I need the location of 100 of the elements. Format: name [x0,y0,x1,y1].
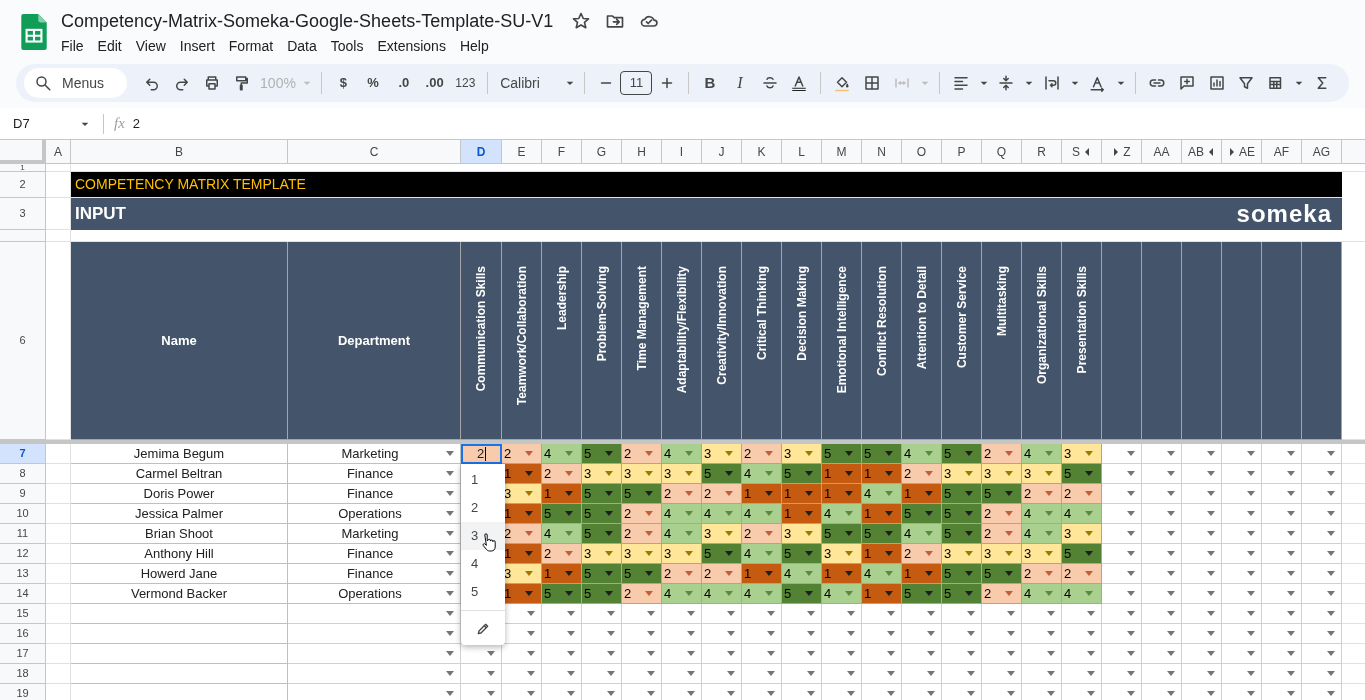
score-dropdown[interactable]: 4 [782,564,822,584]
score-dropdown[interactable]: 5 [582,504,622,524]
sheets-logo-icon[interactable] [20,14,48,50]
score-dropdown[interactable]: 5 [582,484,622,504]
score-dropdown[interactable]: 5 [1062,464,1102,484]
score-dropdown[interactable]: 4 [862,564,902,584]
dropdown-option[interactable]: 2 [461,494,505,522]
score-dropdown[interactable]: 3 [502,564,542,584]
score-dropdown[interactable]: 3 [782,524,822,544]
horizontal-align-icon[interactable] [951,74,970,92]
score-dropdown[interactable]: 2 [502,524,542,544]
score-dropdown[interactable]: 1 [822,564,862,584]
score-dropdown[interactable]: 2 [702,484,742,504]
hidden-columns-arrow-icon[interactable] [1207,146,1215,157]
menu-item[interactable]: Extensions [371,35,452,58]
score-dropdown[interactable]: 1 [742,484,782,504]
score-dropdown[interactable]: 4 [662,584,702,604]
score-dropdown[interactable]: 3 [662,544,702,564]
score-dropdown[interactable]: 5 [902,504,942,524]
score-dropdown[interactable]: 2 [1062,484,1102,504]
score-dropdown[interactable]: 3 [702,444,742,464]
score-dropdown[interactable]: 5 [902,584,942,604]
score-dropdown[interactable]: 4 [742,464,782,484]
menu-item[interactable]: Help [453,35,495,58]
dropdown-option[interactable]: 1 [461,466,505,494]
score-dropdown[interactable]: 2 [1022,484,1062,504]
score-dropdown[interactable]: 1 [542,484,582,504]
score-dropdown[interactable]: 2 [622,504,662,524]
score-dropdown[interactable]: 4 [662,444,702,464]
score-dropdown[interactable]: 4 [1022,524,1062,544]
active-cell-input[interactable]: 2 [461,444,502,464]
score-dropdown[interactable]: 4 [1062,584,1102,604]
department-dropdown[interactable]: Marketing [288,444,461,464]
row-header[interactable]: 12 [0,544,46,564]
score-dropdown[interactable]: 5 [582,444,622,464]
column-header[interactable]: F [557,142,566,161]
score-dropdown[interactable]: 3 [622,464,662,484]
score-dropdown[interactable]: 2 [982,524,1022,544]
row-header[interactable]: 19 [0,684,46,700]
menu-item[interactable]: Data [281,35,323,58]
row-header[interactable]: 1 [0,164,46,172]
score-dropdown[interactable]: 5 [822,524,862,544]
score-dropdown[interactable]: 2 [982,584,1022,604]
score-dropdown[interactable]: 2 [982,444,1022,464]
score-dropdown[interactable]: 5 [942,524,982,544]
department-dropdown[interactable]: Finance [288,564,461,584]
score-dropdown[interactable]: 2 [902,464,942,484]
score-dropdown[interactable]: 2 [662,484,702,504]
score-dropdown[interactable]: 1 [822,464,862,484]
text-wrap-icon[interactable] [1043,74,1062,92]
score-dropdown[interactable]: 4 [902,524,942,544]
formula-input-field[interactable]: 2 [132,113,141,134]
score-dropdown[interactable]: 1 [902,564,942,584]
score-dropdown[interactable]: 2 [742,524,782,544]
score-dropdown[interactable]: 5 [782,544,822,564]
row-header[interactable]: 9 [0,484,46,504]
score-dropdown[interactable]: 5 [582,564,622,584]
score-dropdown[interactable]: 3 [622,544,662,564]
score-dropdown[interactable]: 2 [662,564,702,584]
menu-item[interactable]: Edit [91,35,128,58]
department-dropdown[interactable]: Finance [288,484,461,504]
menu-item[interactable]: View [129,35,172,58]
score-dropdown[interactable]: 5 [622,564,662,584]
score-dropdown[interactable]: 4 [542,524,582,544]
row-header[interactable]: 15 [0,604,46,624]
department-dropdown[interactable]: Finance [288,464,461,484]
score-dropdown[interactable]: 5 [862,444,902,464]
score-dropdown[interactable]: 5 [942,584,982,604]
score-dropdown[interactable]: 1 [542,564,582,584]
column-header[interactable]: Z [1123,142,1131,161]
column-header[interactable]: B [175,142,183,161]
italic-button[interactable]: I [724,69,755,97]
department-dropdown[interactable]: Operations [288,584,461,604]
score-dropdown[interactable]: 2 [622,584,662,604]
column-header[interactable]: R [1037,142,1046,161]
score-dropdown[interactable]: 4 [742,584,782,604]
score-dropdown[interactable]: 1 [862,504,902,524]
fill-color-icon[interactable] [833,74,852,92]
row-header[interactable]: 13 [0,564,46,584]
score-dropdown[interactable]: 5 [542,584,582,604]
menu-item[interactable]: Format [222,35,280,58]
row-header[interactable]: 16 [0,624,46,644]
row-header[interactable]: 6 [0,242,46,440]
score-dropdown[interactable]: 2 [542,464,582,484]
score-dropdown[interactable]: 2 [502,444,542,464]
score-dropdown[interactable]: 2 [622,444,662,464]
score-dropdown[interactable]: 3 [582,464,622,484]
percent-button[interactable]: % [358,69,388,97]
column-header[interactable]: J [718,142,725,161]
number-format-button[interactable]: 123 [449,69,482,97]
score-dropdown[interactable]: 4 [742,544,782,564]
column-header[interactable]: H [637,142,646,161]
column-header[interactable]: K [757,142,766,161]
column-header[interactable]: I [679,142,684,161]
score-dropdown[interactable]: 3 [982,544,1022,564]
score-dropdown[interactable]: 4 [742,504,782,524]
score-dropdown[interactable]: 3 [942,464,982,484]
currency-button[interactable]: $ [328,69,359,97]
score-dropdown[interactable]: 5 [1062,544,1102,564]
score-dropdown[interactable]: 3 [662,464,702,484]
